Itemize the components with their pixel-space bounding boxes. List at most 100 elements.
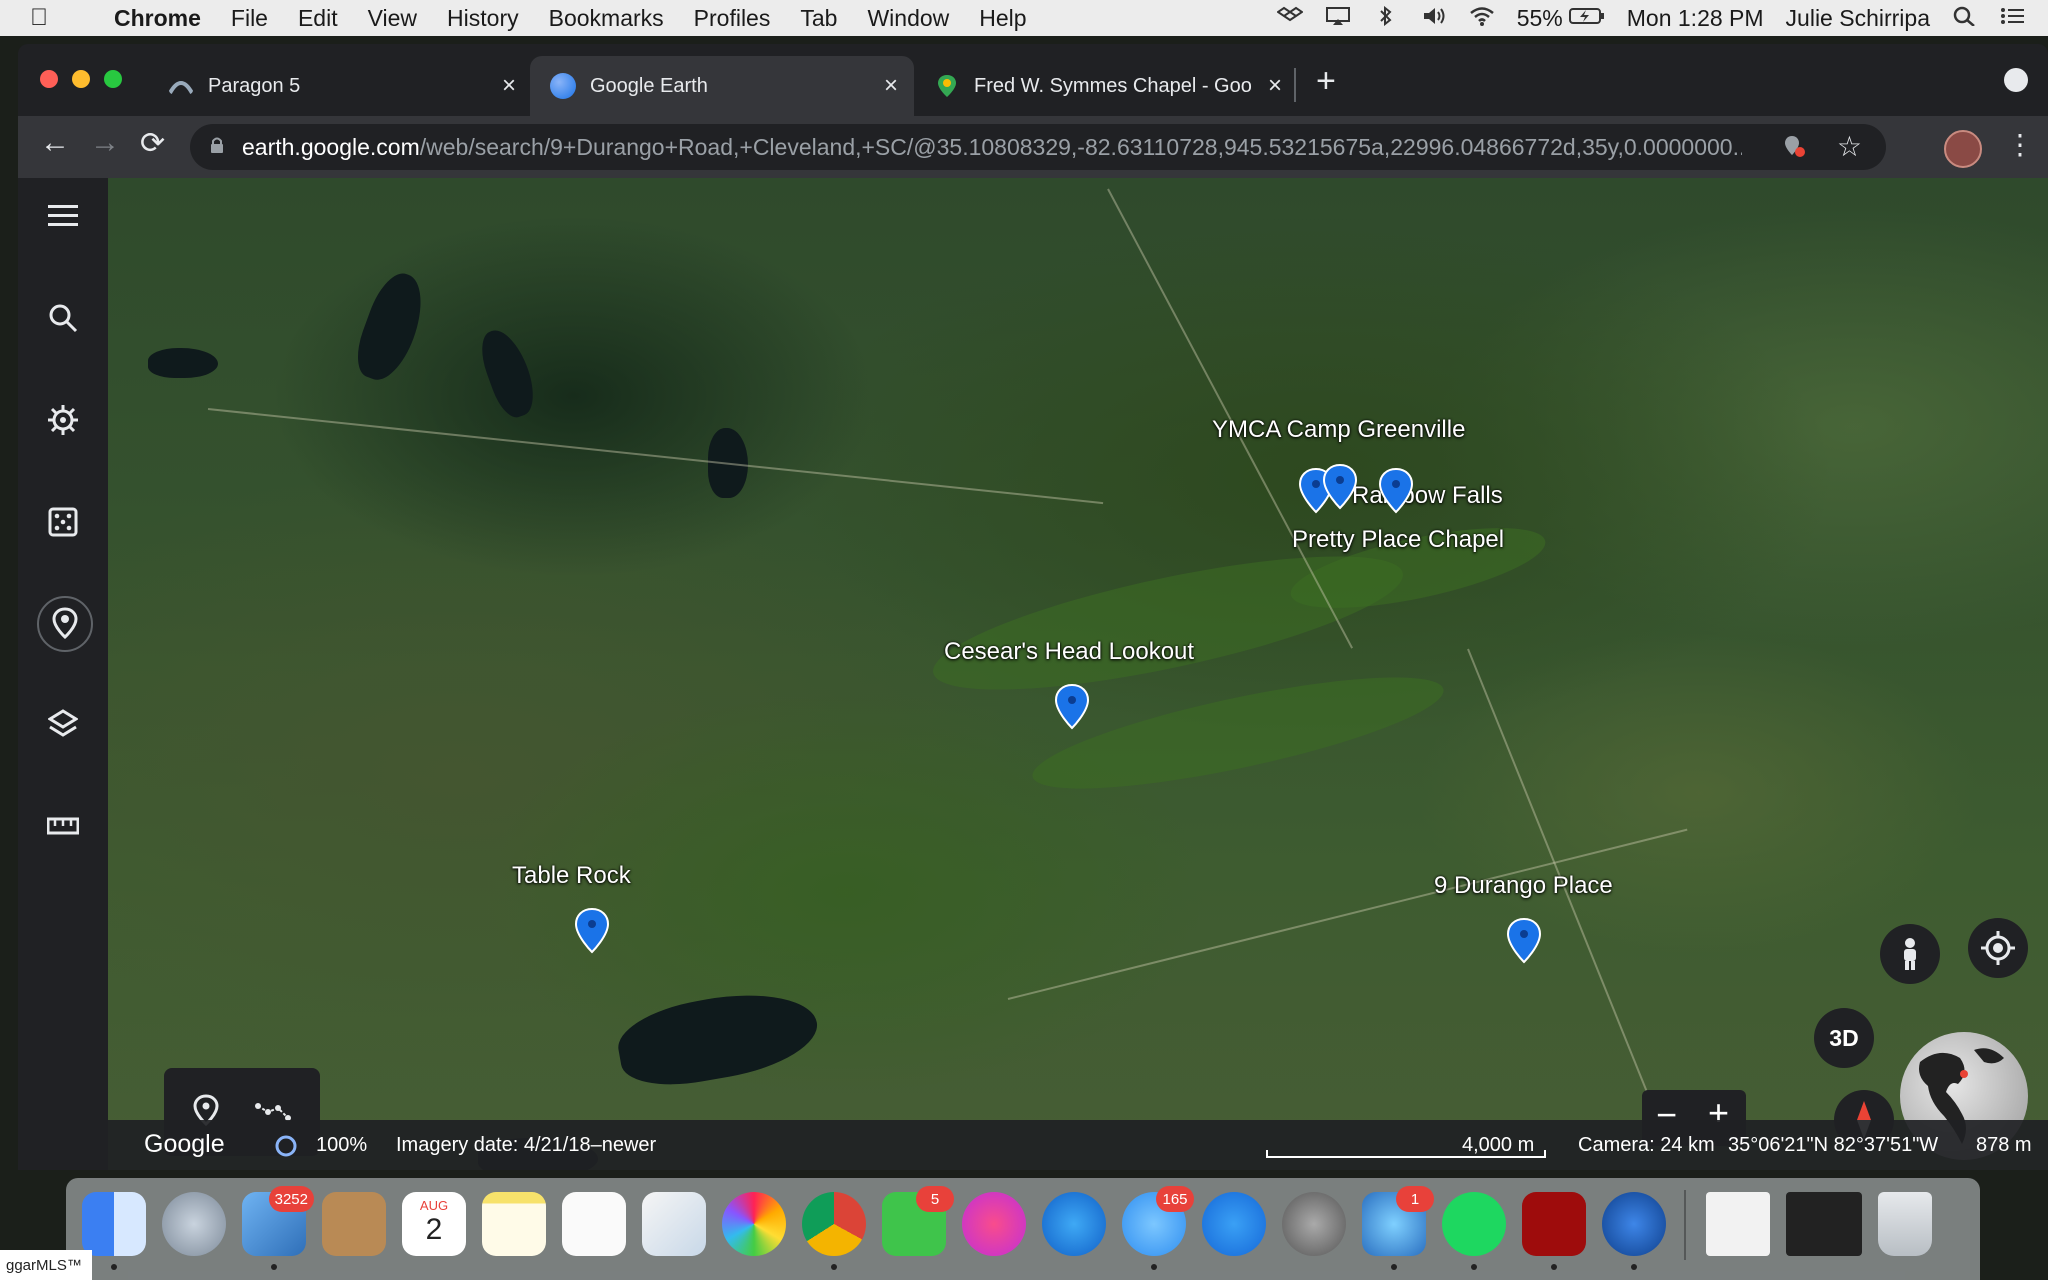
running-indicator: [271, 1264, 277, 1270]
menu-user[interactable]: Julie Schirripa: [1786, 5, 1930, 32]
earth-sidebar: [18, 178, 108, 1170]
network-utility-icon[interactable]: 1: [1362, 1186, 1434, 1256]
volume-icon[interactable]: [1421, 5, 1447, 32]
menu-app-name[interactable]: Chrome: [114, 5, 201, 32]
menu-window[interactable]: Window: [867, 5, 949, 32]
facetime-icon[interactable]: 5: [882, 1186, 954, 1256]
menu-bookmarks[interactable]: Bookmarks: [549, 5, 664, 32]
menu-tab[interactable]: Tab: [800, 5, 837, 32]
forward-arrow-icon[interactable]: →: [90, 126, 120, 160]
lock-icon[interactable]: [210, 136, 224, 154]
running-indicator: [1631, 1264, 1637, 1270]
close-window-button[interactable]: [40, 70, 58, 88]
tab-google-earth[interactable]: Google Earth ×: [530, 56, 914, 116]
menu-help[interactable]: Help: [979, 5, 1026, 32]
menu-view[interactable]: View: [368, 5, 417, 32]
contacts-icon[interactable]: [322, 1192, 386, 1256]
place-label-cesears-head-lookout[interactable]: Cesear's Head Lookout: [944, 638, 1194, 666]
tab-fred-symmes-chapel[interactable]: Fred W. Symmes Chapel - Goo ×: [914, 56, 1298, 116]
toggle-3d-button[interactable]: 3D: [1814, 1008, 1874, 1068]
preview-icon[interactable]: [642, 1192, 706, 1256]
close-tab-icon[interactable]: ×: [884, 72, 898, 100]
place-label-pretty-place-chapel[interactable]: Pretty Place Chapel: [1292, 526, 1504, 554]
battery-icon[interactable]: [1568, 5, 1605, 32]
notification-center-icon[interactable]: [2000, 5, 2026, 32]
map-pin-icon[interactable]: [1322, 464, 1358, 510]
bluetooth-icon[interactable]: [1373, 5, 1399, 32]
map-pin-icon[interactable]: [574, 908, 610, 954]
menu-profiles[interactable]: Profiles: [694, 5, 771, 32]
satellite-map[interactable]: YMCA Camp Greenville Rainbow Falls Prett…: [108, 178, 2048, 1170]
photos-icon[interactable]: [722, 1192, 786, 1256]
projects-pin-icon[interactable]: [37, 596, 93, 652]
mail-icon[interactable]: 3252: [242, 1186, 314, 1256]
address-bar[interactable]: earth.google.com/web/search/9+Durango+Ro…: [190, 124, 1886, 170]
place-label-rainbow-falls[interactable]: Rainbow Falls: [1352, 482, 1503, 510]
voyager-wheel-icon[interactable]: [37, 394, 89, 446]
zoom-window-button[interactable]: [104, 70, 122, 88]
place-label-ymca-camp-greenville[interactable]: YMCA Camp Greenville: [1212, 416, 1465, 444]
reminders-icon[interactable]: [562, 1192, 626, 1256]
new-tab-button[interactable]: +: [1316, 62, 1336, 101]
finder-icon[interactable]: [82, 1192, 146, 1256]
spotlight-search-icon[interactable]: [1952, 5, 1978, 32]
apple-menu-icon[interactable]: : [30, 4, 64, 32]
loading-ring-icon: [275, 1135, 297, 1157]
url-text[interactable]: earth.google.com/web/search/9+Durango+Ro…: [242, 134, 1742, 161]
tab-paragon[interactable]: Paragon 5 ×: [148, 56, 532, 116]
itunes-icon[interactable]: [962, 1192, 1026, 1256]
earth-status-bar: Google 100% Imagery date: 4/21/18–newer …: [108, 1120, 2048, 1170]
back-arrow-icon[interactable]: ←: [40, 126, 70, 160]
launchpad-icon[interactable]: [162, 1192, 226, 1256]
chrome-icon[interactable]: [802, 1192, 866, 1256]
search-icon[interactable]: [37, 292, 89, 344]
my-location-icon: [1981, 931, 2015, 965]
place-label-table-rock[interactable]: Table Rock: [512, 862, 631, 890]
wifi-icon[interactable]: [1469, 5, 1495, 32]
menu-history[interactable]: History: [447, 5, 519, 32]
map-pin-icon[interactable]: [1378, 468, 1414, 514]
close-tab-icon[interactable]: ×: [502, 72, 516, 100]
place-label-9-durango-place[interactable]: 9 Durango Place: [1434, 872, 1613, 900]
my-location-button[interactable]: [1968, 918, 2028, 978]
measure-ruler-icon[interactable]: [37, 800, 89, 852]
bookmark-star-icon[interactable]: ☆: [1837, 130, 1862, 163]
running-indicator: [831, 1264, 837, 1270]
minimize-window-button[interactable]: [72, 70, 90, 88]
notes-icon[interactable]: [482, 1192, 546, 1256]
trash-icon[interactable]: [1878, 1192, 1932, 1256]
chrome-window: Paragon 5 × Google Earth × Fred W. Symme…: [18, 44, 2048, 1170]
map-pin-icon[interactable]: [1506, 918, 1542, 964]
calendar-icon[interactable]: AUG 2: [402, 1192, 466, 1256]
spotify-icon[interactable]: [1442, 1192, 1506, 1256]
pegman-street-view-button[interactable]: [1880, 924, 1940, 984]
profile-avatar[interactable]: [1944, 130, 1982, 168]
quicktime-icon[interactable]: [1602, 1192, 1666, 1256]
menu-file[interactable]: File: [231, 5, 268, 32]
tab-search-button[interactable]: [2004, 68, 2028, 92]
app-store-icon[interactable]: [1202, 1192, 1266, 1256]
feeling-lucky-dice-icon[interactable]: [37, 496, 89, 548]
menu-edit[interactable]: Edit: [298, 5, 338, 32]
close-tab-icon[interactable]: ×: [1268, 72, 1282, 100]
map-style-layers-icon[interactable]: [37, 698, 89, 750]
dock-divider: [1684, 1190, 1686, 1260]
messages-icon[interactable]: 165: [1122, 1186, 1194, 1256]
system-preferences-icon[interactable]: [1282, 1192, 1346, 1256]
battery-percent: 55%: [1516, 4, 1563, 31]
chrome-menu-icon[interactable]: ⋮: [2006, 128, 2034, 161]
flash-player-icon[interactable]: [1522, 1192, 1586, 1256]
running-indicator: [1151, 1264, 1157, 1270]
reload-icon[interactable]: ⟳: [140, 126, 165, 161]
safari-icon[interactable]: [1042, 1192, 1106, 1256]
recent-window-icon[interactable]: [1786, 1192, 1862, 1256]
hamburger-menu-icon[interactable]: [37, 190, 89, 242]
document-stack-icon[interactable]: [1706, 1192, 1770, 1256]
dropbox-icon[interactable]: [1276, 5, 1303, 32]
airplay-icon[interactable]: [1325, 5, 1351, 32]
location-blocked-icon[interactable]: [1782, 134, 1806, 158]
scale-label: 4,000 m: [1462, 1134, 1535, 1156]
menu-clock[interactable]: Mon 1:28 PM: [1627, 5, 1764, 32]
map-pin-icon[interactable]: [1054, 684, 1090, 730]
macos-menu-bar:  Chrome File Edit View History Bookmark…: [0, 0, 2048, 36]
